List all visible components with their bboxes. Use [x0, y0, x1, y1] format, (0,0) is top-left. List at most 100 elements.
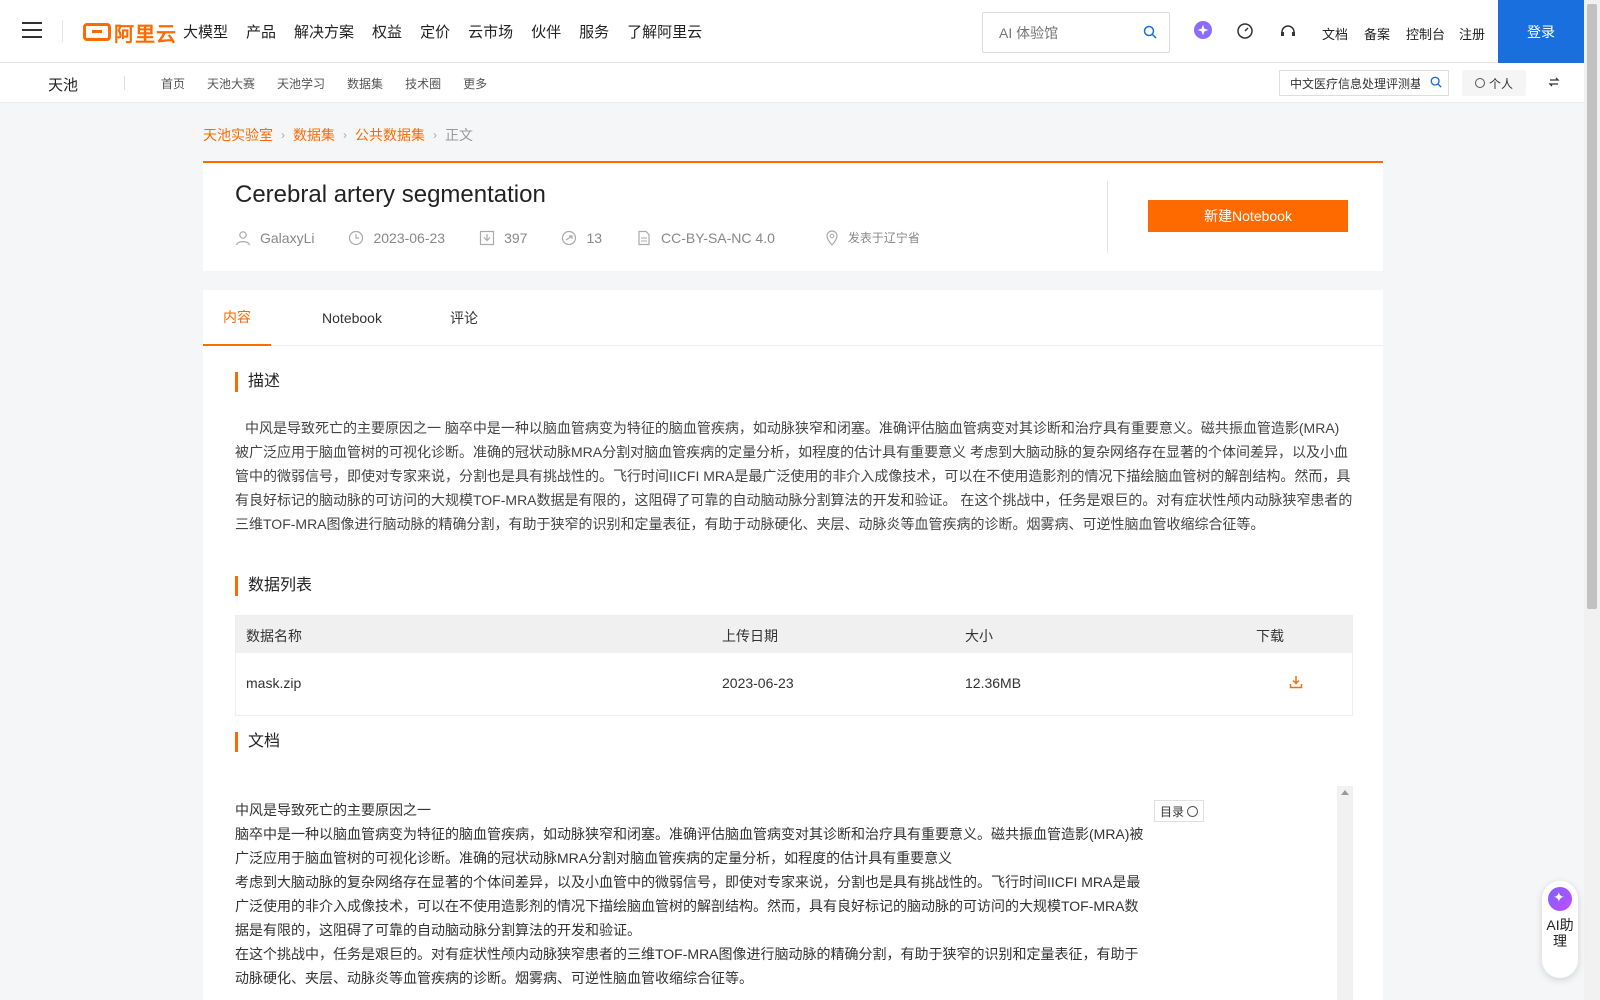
document-paragraph: 在这个挑战中，任务是艰巨的。对有症状性颅内动脉狭窄患者的三维TOF-MRA图像进… [235, 946, 1139, 986]
search-icon[interactable] [1143, 25, 1157, 39]
document-icon [638, 230, 650, 245]
switch-icon[interactable] [1548, 76, 1560, 88]
column-header: 下载 [1256, 628, 1284, 644]
license-text: CC-BY-SA-NC 4.0 [661, 229, 775, 246]
document-paragraph: 中风是导致死亡的主要原因之一 [235, 802, 431, 818]
file-size: 12.36MB [965, 675, 1022, 691]
description-text: 中风是导致死亡的主要原因之一 脑卒中是一种以脑血管病变为特征的脑血管疾病，如动脉… [235, 420, 1353, 532]
aliyun-logo[interactable]: 阿里云 [83, 19, 177, 46]
beian-link[interactable]: 备案 [1364, 24, 1390, 43]
submenu-item-more[interactable]: 更多 [463, 75, 487, 92]
chevron-up-icon [1187, 805, 1199, 817]
datalist-heading: 数据列表 [235, 576, 312, 596]
meta-date: 2023-06-23 [348, 230, 445, 246]
file-name: mask.zip [246, 675, 302, 691]
personal-label: 个人 [1488, 76, 1513, 91]
menu-item[interactable]: 产品 [246, 21, 276, 42]
new-notebook-button[interactable]: 新建Notebook [1148, 200, 1348, 232]
document-scrollbar[interactable] [1337, 786, 1353, 1000]
top-navbar: 阿里云 大模型 产品 解决方案 权益 定价 云市场 伙伴 服务 了解阿里云 文档… [0, 0, 1584, 63]
document-heading: 文档 [235, 732, 280, 752]
tianchi-search-input[interactable] [1280, 71, 1420, 95]
menu-item[interactable]: 权益 [372, 21, 402, 42]
document-body: 中风是导致死亡的主要原因之一 脑卒中是一种以脑血管病变为特征的脑血管疾病，如动脉… [235, 798, 1150, 990]
tianchi-search-box [1279, 70, 1449, 96]
publish-date: 2023-06-23 [373, 229, 446, 246]
menu-item[interactable]: 大模型 [183, 21, 228, 42]
ai-sparkle-icon[interactable] [1194, 21, 1212, 39]
tab-notebook[interactable]: Notebook [307, 290, 397, 346]
divider [1107, 181, 1108, 253]
tianchi-subnav: 天池 首页 天池大赛 天池学习 数据集 技术圈 更多 个人 [0, 63, 1584, 103]
divider [62, 20, 63, 42]
logo-text: 阿里云 [114, 23, 177, 46]
docs-link[interactable]: 文档 [1322, 24, 1348, 43]
document-viewer: 中风是导致死亡的主要原因之一 脑卒中是一种以脑血管病变为特征的脑血管疾病，如动脉… [235, 786, 1355, 1000]
user-icon [235, 230, 251, 245]
sub-menu: 首页 天池大赛 天池学习 数据集 技术圈 更多 [161, 63, 509, 103]
tab-content[interactable]: 内容 [203, 290, 271, 346]
submenu-item-learning[interactable]: 天池学习 [277, 75, 325, 92]
location-pin-icon [826, 229, 838, 246]
share-icon [562, 230, 577, 245]
clock-icon [349, 230, 364, 245]
meta-shares: 13 [561, 230, 602, 246]
toc-button[interactable]: 目录 [1154, 800, 1205, 822]
document-paragraph: 考虑到大脑动脉的复杂网络存在显著的个体间差异，以及小血管中的微弱信号，即使对专家… [235, 874, 1141, 938]
tianchi-brand[interactable]: 天池 [48, 74, 78, 95]
author-name[interactable]: GalaxyLi [260, 230, 314, 246]
menu-item[interactable]: 解决方案 [294, 21, 354, 42]
column-header: 大小 [965, 628, 993, 644]
meta-location: 发表于辽宁省 [825, 229, 920, 246]
breadcrumb-item[interactable]: 数据集 [293, 125, 335, 145]
table-header-row: 数据名称 上传日期 大小 下载 [236, 616, 1352, 653]
chevron-right-icon: › [343, 128, 347, 142]
menu-item[interactable]: 云市场 [468, 21, 513, 42]
dashboard-icon[interactable] [1236, 22, 1254, 40]
breadcrumb-item[interactable]: 天池实验室 [203, 125, 273, 145]
headset-icon[interactable] [1279, 22, 1297, 40]
register-link[interactable]: 注册 [1459, 24, 1485, 43]
submenu-item-tech-circle[interactable]: 技术圈 [405, 75, 441, 92]
page-scrollbar[interactable] [1584, 0, 1600, 1000]
scroll-up-arrow-icon[interactable] [1341, 790, 1349, 795]
page-title: Cerebral artery segmentation [235, 181, 546, 208]
menu-item[interactable]: 服务 [579, 21, 609, 42]
chevron-right-icon: › [281, 128, 285, 142]
tab-comments[interactable]: 评论 [443, 290, 485, 346]
console-link[interactable]: 控制台 [1406, 24, 1445, 43]
dataset-header-card: Cerebral artery segmentation GalaxyLi 20… [203, 161, 1383, 271]
menu-item[interactable]: 伙伴 [531, 21, 561, 42]
search-icon[interactable] [1430, 76, 1442, 88]
submenu-item-competition[interactable]: 天池大赛 [207, 75, 255, 92]
menu-item[interactable]: 了解阿里云 [627, 21, 702, 42]
toc-label: 目录 [1160, 804, 1185, 819]
scrollbar-thumb[interactable] [1587, 4, 1597, 609]
menu-icon[interactable] [22, 22, 42, 38]
breadcrumb-item[interactable]: 公共数据集 [355, 125, 425, 145]
global-search-input[interactable] [983, 13, 1133, 52]
location-text: 发表于辽宁省 [847, 231, 920, 245]
login-button[interactable]: 登录 [1498, 0, 1584, 63]
submenu-item-datasets[interactable]: 数据集 [347, 75, 383, 92]
meta-license: CC-BY-SA-NC 4.0 [636, 230, 775, 246]
chevron-right-icon: › [433, 128, 437, 142]
data-table: 数据名称 上传日期 大小 下载 mask.zip 2023-06-23 12.3… [235, 615, 1353, 716]
submenu-item-home[interactable]: 首页 [161, 75, 185, 92]
table-row: mask.zip 2023-06-23 12.36MB [236, 653, 1352, 715]
share-count: 13 [586, 229, 603, 246]
download-icon[interactable] [1289, 675, 1303, 689]
document-paragraph: 脑卒中是一种以脑血管病变为特征的脑血管疾病，如动脉狭窄和闭塞。准确评估脑血管病变… [235, 826, 1144, 866]
ai-assistant-label: AI助理 [1546, 917, 1574, 949]
main-menu: 大模型 产品 解决方案 权益 定价 云市场 伙伴 服务 了解阿里云 [183, 0, 720, 63]
meta-author: GalaxyLi [235, 230, 314, 246]
user-circle-icon [1474, 78, 1485, 88]
description-heading: 描述 [235, 372, 280, 392]
ai-assistant-button[interactable]: AI助理 [1542, 881, 1578, 978]
ai-assistant-icon [1548, 887, 1572, 911]
menu-item[interactable]: 定价 [420, 21, 450, 42]
content-tabs: 内容 Notebook 评论 [203, 290, 1383, 346]
personal-button[interactable]: 个人 [1462, 70, 1526, 96]
dataset-content-card: 内容 Notebook 评论 描述 中风是导致死亡的主要原因之一 脑卒中是一种以… [203, 290, 1383, 1000]
meta-downloads: 397 [479, 230, 527, 246]
